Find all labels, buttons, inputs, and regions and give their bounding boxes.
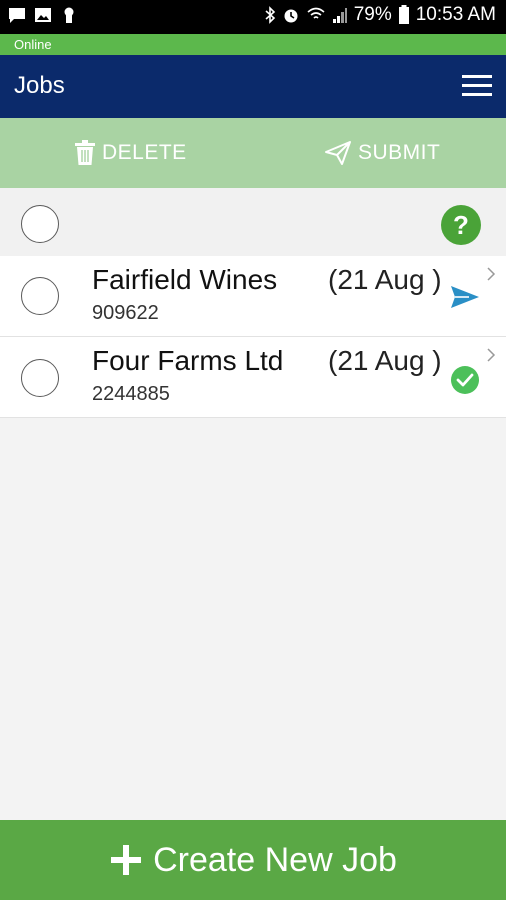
check-circle-icon [451, 366, 479, 394]
connection-status: Online [14, 37, 52, 52]
menu-icon [462, 75, 492, 78]
job-row[interactable]: Fairfield Wines 909622 (21 Aug ) [0, 256, 506, 337]
wifi-calling-icon [307, 7, 325, 19]
submit-label: SUBMIT [358, 141, 441, 164]
page-title: Jobs [14, 72, 65, 99]
paper-plane-icon [325, 141, 351, 165]
job-row[interactable]: Four Farms Ltd 2244885 (21 Aug ) [0, 337, 506, 418]
menu-button[interactable] [462, 75, 492, 97]
job-select-checkbox[interactable] [21, 277, 59, 315]
chevron-right-icon [487, 348, 496, 362]
job-name: Fairfield Wines [92, 264, 278, 295]
help-button[interactable]: ? [441, 205, 481, 245]
clock: 10:53 AM [415, 4, 496, 25]
bluetooth-icon [265, 6, 275, 24]
app-bar: Jobs [0, 55, 506, 118]
image-icon [35, 8, 51, 22]
battery-percent: 79% [353, 4, 392, 25]
job-select-checkbox[interactable] [21, 359, 59, 397]
battery-icon [398, 5, 409, 24]
delete-label: DELETE [102, 141, 187, 164]
select-all-checkbox[interactable] [21, 205, 59, 243]
create-new-job-button[interactable]: Create New Job [0, 820, 506, 900]
select-all-row: ? [0, 188, 506, 256]
create-new-job-label: Create New Job [153, 840, 397, 879]
status-bar: 79% 10:53 AM [0, 0, 506, 34]
keyhole-icon [64, 7, 74, 23]
alarm-icon [284, 9, 298, 23]
action-bar: DELETE SUBMIT [0, 118, 506, 188]
job-date: (21 Aug ) [328, 345, 442, 376]
chevron-right-icon [487, 267, 496, 281]
job-number: 2244885 [92, 383, 170, 405]
send-icon [451, 286, 479, 308]
delete-button[interactable]: DELETE [74, 140, 187, 166]
connection-banner: Online [0, 34, 506, 55]
job-number: 909622 [92, 302, 159, 324]
question-icon: ? [453, 210, 469, 240]
message-icon [9, 8, 25, 23]
submit-button[interactable]: SUBMIT [324, 140, 440, 166]
job-name: Four Farms Ltd [92, 345, 284, 376]
trash-icon [75, 140, 95, 165]
job-date: (21 Aug ) [328, 264, 442, 295]
signal-icon [332, 8, 347, 23]
plus-icon [111, 845, 142, 875]
